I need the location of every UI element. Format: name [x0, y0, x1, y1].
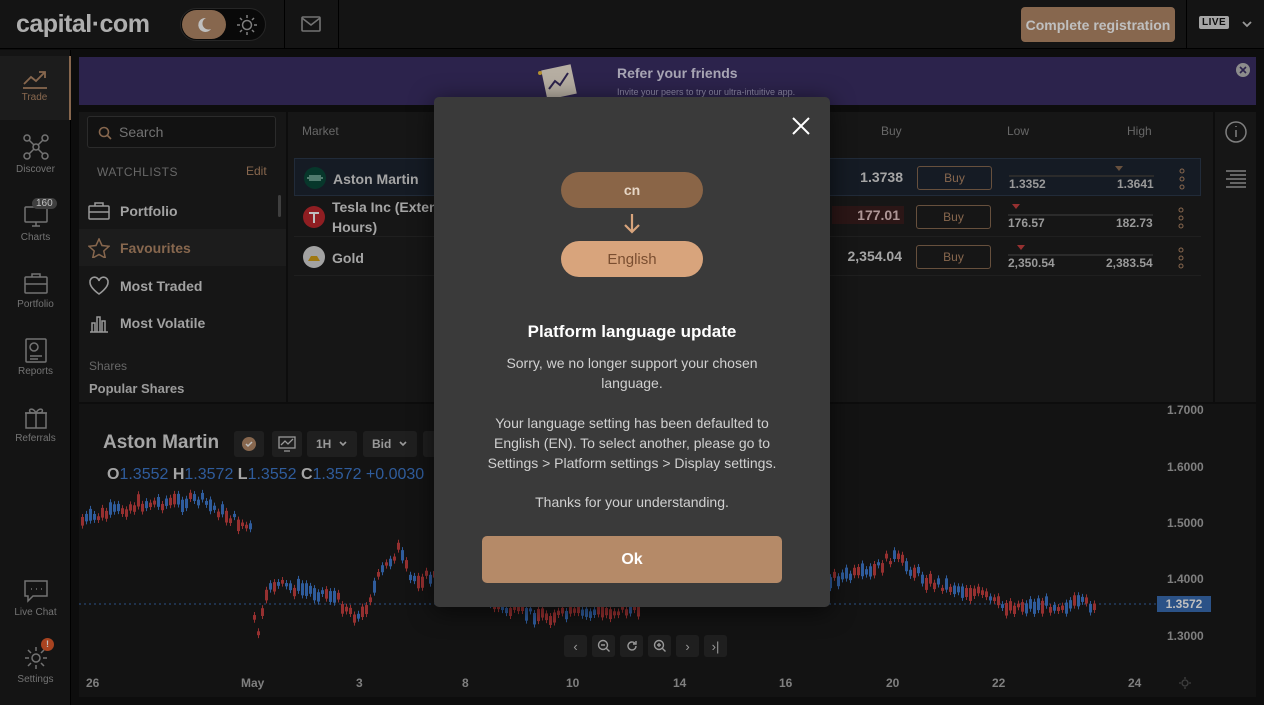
ok-button[interactable]: Ok — [482, 536, 782, 583]
dialog-message: Thanks for your understanding. — [535, 494, 729, 510]
dialog-message: Sorry, we no longer support your chosen … — [506, 355, 758, 391]
dialog-message: Your language setting has been defaulted… — [487, 415, 777, 471]
new-language-pill: English — [561, 241, 703, 277]
dialog-title: Platform language update — [527, 322, 737, 341]
language-update-dialog: cn English Platform language update Sorr… — [434, 97, 830, 607]
arrow-down-icon — [623, 213, 641, 240]
close-icon[interactable] — [790, 115, 812, 142]
app-root: capital·com Complete registration LIVE T… — [0, 0, 1264, 705]
previous-language-pill: cn — [561, 172, 703, 208]
